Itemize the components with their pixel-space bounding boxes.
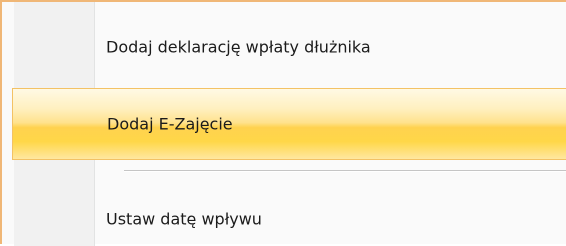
menu-item-add-debtor-payment-declaration[interactable]: Dodaj deklarację wpłaty dłużnika <box>12 22 566 72</box>
menu-item-label: Ustaw datę wpływu <box>106 209 262 229</box>
menu-item-add-e-seizure[interactable]: Dodaj E-Zajęcie <box>12 88 566 160</box>
menu-separator <box>124 170 566 172</box>
menu-item-set-receipt-date[interactable]: Ustaw datę wpływu <box>12 194 566 244</box>
context-menu: Dodaj deklarację wpłaty dłużnika Dodaj E… <box>0 0 566 246</box>
menu-item-label: Dodaj E-Zajęcie <box>107 114 233 134</box>
menu-item-label: Dodaj deklarację wpłaty dłużnika <box>106 37 371 57</box>
